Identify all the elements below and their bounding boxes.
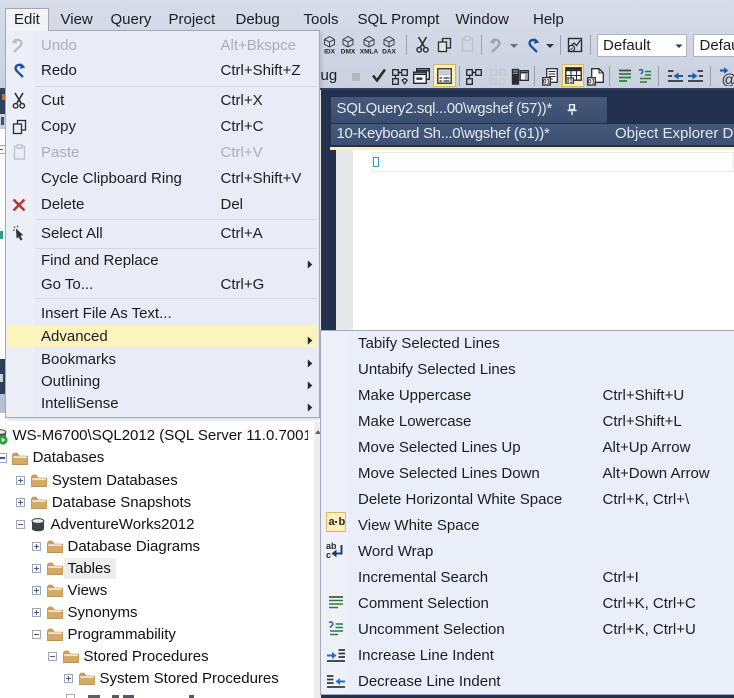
svg-text:c: c xyxy=(326,550,331,560)
svg-text:01: 01 xyxy=(566,79,572,84)
svg-text:01: 01 xyxy=(588,79,595,85)
svg-text:IDX: IDX xyxy=(324,49,336,56)
svg-text:01: 01 xyxy=(543,79,550,85)
svg-text:@: @ xyxy=(722,72,734,87)
svg-text:XMLA: XMLA xyxy=(360,49,378,56)
svg-text:DAX: DAX xyxy=(382,49,396,56)
svg-text:DMX: DMX xyxy=(341,49,356,56)
